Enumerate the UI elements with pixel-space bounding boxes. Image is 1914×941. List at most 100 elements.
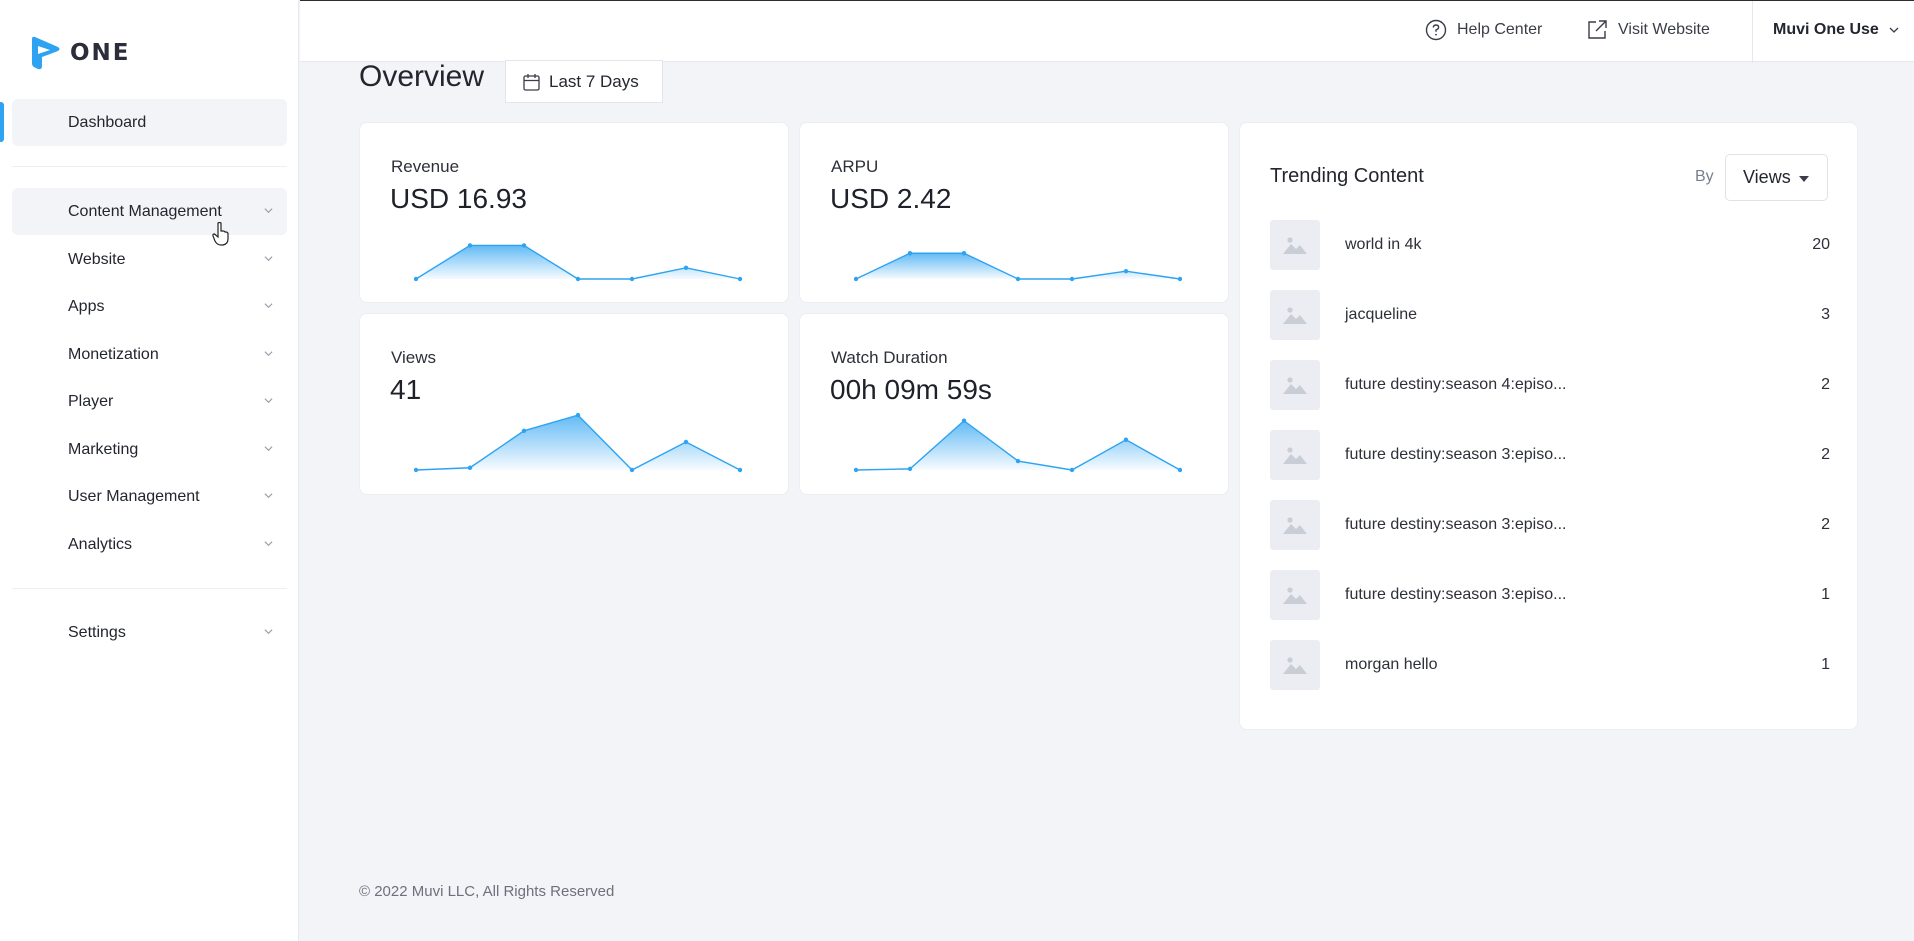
muvi-logo-icon bbox=[32, 36, 60, 70]
sparkline-point bbox=[961, 251, 967, 256]
sparkline-point bbox=[683, 265, 689, 270]
help-center-link[interactable]: Help Center bbox=[1425, 19, 1542, 41]
sidebar-item-dashboard[interactable]: Dashboard bbox=[12, 99, 287, 146]
content-title: future destiny:season 4:episo... bbox=[1345, 376, 1567, 393]
caret-down-icon bbox=[1798, 175, 1809, 182]
visit-website-label: Visit Website bbox=[1618, 21, 1710, 38]
trending-row[interactable]: world in 4k 20 bbox=[1270, 220, 1830, 270]
sidebar-item-apps[interactable]: Apps bbox=[12, 283, 287, 330]
arpu-card[interactable]: ARPU USD 2.42 bbox=[799, 122, 1229, 303]
content-title: future destiny:season 3:episo... bbox=[1345, 516, 1567, 533]
sidebar-item-marketing[interactable]: Marketing bbox=[12, 426, 287, 473]
sparkline-area bbox=[416, 415, 740, 470]
chevron-down-icon bbox=[264, 493, 273, 499]
trending-row[interactable]: future destiny:season 3:episo... 2 bbox=[1270, 500, 1830, 550]
chevron-down-icon bbox=[264, 541, 273, 547]
sidebar-divider bbox=[12, 166, 287, 167]
active-indicator bbox=[0, 102, 4, 142]
chevron-down-icon bbox=[264, 351, 273, 357]
content-thumbnail bbox=[1270, 360, 1320, 410]
visit-website-link[interactable]: Visit Website bbox=[1586, 19, 1710, 41]
image-placeholder-icon bbox=[1283, 587, 1307, 604]
sidebar-item-content-management[interactable]: Content Management bbox=[12, 188, 287, 235]
top-bar: Help Center Visit Website Muvi One Use bbox=[300, 0, 1914, 63]
sparkline-point bbox=[467, 465, 473, 470]
image-placeholder-icon bbox=[1283, 517, 1307, 534]
sparkline-point bbox=[521, 428, 527, 433]
trending-row[interactable]: future destiny:season 3:episo... 2 bbox=[1270, 430, 1830, 480]
logo-text: ONE bbox=[70, 40, 131, 66]
content-view-count: 3 bbox=[1821, 306, 1830, 323]
card-value: 41 bbox=[390, 374, 422, 405]
sidebar-item-user-management[interactable]: User Management bbox=[12, 473, 287, 520]
sidebar-divider bbox=[12, 588, 287, 589]
date-range-label: Last 7 Days bbox=[549, 71, 639, 91]
sparkline-point bbox=[629, 276, 635, 282]
content-thumbnail bbox=[1270, 500, 1320, 550]
image-placeholder-icon bbox=[1283, 447, 1307, 464]
content-title: future destiny:season 3:episo... bbox=[1345, 446, 1567, 463]
date-range-button[interactable]: Last 7 Days bbox=[505, 60, 663, 103]
sidebar-item-settings[interactable]: Settings bbox=[12, 609, 287, 656]
sparkline-point bbox=[1069, 276, 1075, 282]
sparkline-point bbox=[575, 276, 581, 282]
user-name: Muvi One Use bbox=[1773, 21, 1879, 38]
card-label: Revenue bbox=[391, 157, 460, 176]
sidebar-item-label: Dashboard bbox=[68, 113, 147, 131]
metric-dropdown[interactable]: Views bbox=[1725, 154, 1828, 201]
content-title: future destiny:season 3:episo... bbox=[1345, 586, 1567, 603]
by-label: By bbox=[1695, 168, 1714, 185]
trending-row[interactable]: future destiny:season 4:episo... 2 bbox=[1270, 360, 1830, 410]
content-thumbnail bbox=[1270, 290, 1320, 340]
content-view-count: 20 bbox=[1812, 236, 1830, 253]
sidebar-item-label: Apps bbox=[68, 297, 105, 315]
sidebar-item-website[interactable]: Website bbox=[12, 236, 287, 283]
sparkline-point bbox=[414, 276, 419, 282]
card-value: USD 2.42 bbox=[830, 183, 952, 214]
sparkline-point bbox=[1015, 458, 1021, 464]
sparkline-point bbox=[521, 243, 527, 248]
content-title: world in 4k bbox=[1345, 236, 1422, 253]
trending-title: Trending Content bbox=[1270, 165, 1424, 187]
copyright: © 2022 Muvi LLC, All Rights Reserved bbox=[359, 883, 615, 900]
sparkline-point bbox=[629, 467, 635, 473]
trending-row[interactable]: future destiny:season 3:episo... 1 bbox=[1270, 570, 1830, 620]
trending-row[interactable]: jacqueline 3 bbox=[1270, 290, 1830, 340]
mouse-pointer-icon bbox=[212, 222, 229, 246]
revenue-card[interactable]: Revenue USD 16.93 bbox=[359, 122, 789, 303]
chevron-down-icon bbox=[264, 446, 273, 452]
image-placeholder-icon bbox=[1283, 307, 1307, 324]
watch-duration-card[interactable]: Watch Duration 00h 09m 59s bbox=[799, 313, 1229, 495]
sparkline-point bbox=[1015, 276, 1021, 282]
views-card[interactable]: Views 41 bbox=[359, 313, 789, 495]
external-link-icon bbox=[1588, 20, 1607, 39]
sparkline-point bbox=[1069, 467, 1075, 473]
sparkline-point bbox=[854, 467, 859, 473]
image-placeholder-icon bbox=[1283, 377, 1307, 394]
content-view-count: 1 bbox=[1821, 656, 1830, 673]
sidebar-item-player[interactable]: Player bbox=[12, 378, 287, 425]
sidebar-item-label: Analytics bbox=[68, 535, 133, 553]
content-thumbnail bbox=[1270, 220, 1320, 270]
sparkline-point bbox=[467, 243, 473, 248]
sidebar-item-analytics[interactable]: Analytics bbox=[12, 521, 287, 568]
trending-row[interactable]: morgan hello 1 bbox=[1270, 640, 1830, 690]
user-menu[interactable]: Muvi One Use bbox=[1773, 21, 1899, 39]
sidebar-item-label: Website bbox=[68, 250, 126, 268]
sparkline-area bbox=[856, 253, 1180, 279]
sidebar-item-monetization[interactable]: Monetization bbox=[12, 331, 287, 378]
sparkline-point bbox=[575, 412, 581, 418]
help-center-label: Help Center bbox=[1457, 21, 1543, 38]
views-sparkline bbox=[414, 412, 742, 473]
muvi-one-logo[interactable]: ONE bbox=[28, 35, 131, 71]
sparkline-point bbox=[961, 418, 967, 423]
sidebar: ONE Dashboard Content Management Website… bbox=[0, 0, 299, 941]
card-value: 00h 09m 59s bbox=[830, 374, 992, 405]
content-title: jacqueline bbox=[1345, 306, 1418, 323]
content-thumbnail bbox=[1270, 640, 1320, 690]
sparkline-point bbox=[1177, 467, 1182, 473]
sparkline-point bbox=[737, 276, 742, 282]
sparkline-point bbox=[1123, 437, 1129, 442]
content-view-count: 2 bbox=[1821, 446, 1830, 463]
trending-content-panel: Trending Content By Views world in 4k 20 j… bbox=[1239, 122, 1858, 730]
